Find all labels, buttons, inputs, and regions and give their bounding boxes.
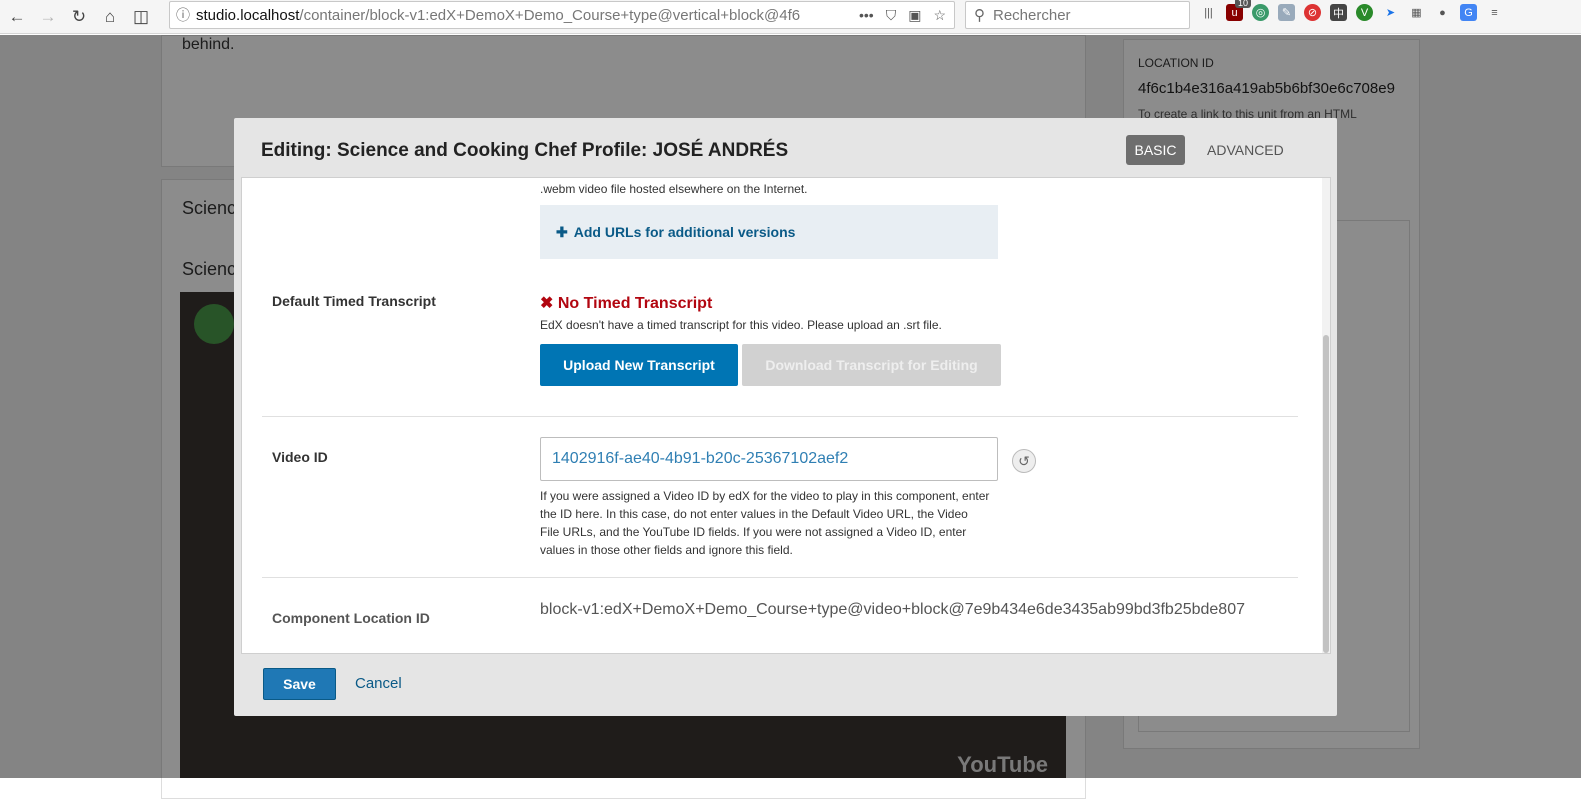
- video-id-input[interactable]: 1402916f-ae40-4b91-b20c-25367102aef2: [540, 437, 998, 481]
- video-id-help: If you were assigned a Video ID by edX f…: [540, 489, 990, 557]
- modal-body: .webm video file hosted elsewhere on the…: [241, 177, 1331, 654]
- forward-icon[interactable]: →: [34, 3, 62, 31]
- video-id-label: Video ID: [272, 449, 328, 465]
- screenshot-icon[interactable]: ▣: [908, 7, 921, 24]
- edit-modal: Editing: Science and Cooking Chef Profil…: [234, 118, 1337, 716]
- no-transcript-text: No Timed Transcript: [557, 295, 713, 312]
- browser-toolbar: ← → ↻ ⌂ ◫ ⓘ studio.localhost /container/…: [0, 0, 1581, 34]
- ublock-icon[interactable]: u 10: [1226, 0, 1251, 21]
- add-urls-button[interactable]: ✚ Add URLs for additional versions: [540, 205, 998, 259]
- grid-extension-icon[interactable]: ▦: [1408, 4, 1425, 21]
- divider: [262, 577, 1298, 578]
- url-bar[interactable]: ⓘ studio.localhost /container/block-v1:e…: [169, 1, 955, 29]
- add-urls-label: Add URLs for additional versions: [573, 224, 796, 240]
- extension-badge: 10: [1234, 0, 1251, 8]
- block-extension-icon[interactable]: ⊘: [1304, 4, 1321, 21]
- tab-basic[interactable]: BASIC: [1126, 135, 1185, 165]
- close-icon: ✖: [540, 295, 554, 312]
- extensions-toolbar: ||| u 10 ◎ ✎ ⊘ 中 V ➤ ▦ ● G ≡: [1200, 0, 1503, 21]
- transcript-label: Default Timed Transcript: [272, 293, 436, 309]
- google-translate-icon[interactable]: G: [1460, 4, 1477, 21]
- scrollbar-thumb[interactable]: [1323, 335, 1329, 653]
- menu-icon[interactable]: ≡: [1486, 4, 1503, 21]
- page-info-icon[interactable]: ⓘ: [170, 5, 196, 25]
- sidebar-toggle-icon[interactable]: ◫: [127, 3, 155, 31]
- page-actions-icon[interactable]: •••: [859, 7, 874, 24]
- location-id-label: Component Location ID: [272, 610, 430, 626]
- reload-icon[interactable]: ↻: [65, 3, 93, 31]
- transcript-description: EdX doesn't have a timed transcript for …: [540, 318, 942, 332]
- upload-transcript-button[interactable]: Upload New Transcript: [540, 344, 738, 386]
- bookmark-star-icon[interactable]: ☆: [933, 7, 946, 24]
- cursor-extension-icon[interactable]: ➤: [1382, 4, 1399, 21]
- tab-advanced[interactable]: ADVANCED: [1207, 142, 1284, 158]
- cancel-button[interactable]: Cancel: [355, 675, 402, 692]
- modal-title: Editing: Science and Cooking Chef Profil…: [261, 140, 789, 161]
- url-path: /container/block-v1:edX+DemoX+Demo_Cours…: [299, 6, 801, 24]
- url-host: studio.localhost: [196, 6, 300, 24]
- search-input[interactable]: ⚲ Rechercher: [965, 1, 1190, 29]
- translate-extension-icon[interactable]: 中: [1330, 4, 1347, 21]
- reset-icon[interactable]: ↺: [1012, 449, 1036, 473]
- pocket-icon[interactable]: ⛉: [886, 7, 897, 24]
- location-id-value: block-v1:edX+DemoX+Demo_Course+type@vide…: [540, 601, 1245, 618]
- divider: [262, 416, 1298, 417]
- library-icon[interactable]: |||: [1200, 4, 1217, 21]
- shield-extension-icon[interactable]: V: [1356, 4, 1373, 21]
- save-button[interactable]: Save: [263, 668, 336, 700]
- edit-extension-icon[interactable]: ✎: [1278, 4, 1295, 21]
- scrollbar[interactable]: [1322, 178, 1330, 653]
- back-icon[interactable]: ←: [3, 3, 31, 31]
- webm-help-text: .webm video file hosted elsewhere on the…: [540, 182, 808, 196]
- no-transcript-status: ✖ No Timed Transcript: [540, 293, 712, 313]
- download-transcript-button[interactable]: Download Transcript for Editing: [742, 344, 1001, 386]
- plus-icon: ✚: [556, 223, 568, 240]
- sync-extension-icon[interactable]: ◎: [1252, 4, 1269, 21]
- home-icon[interactable]: ⌂: [96, 3, 124, 31]
- account-icon[interactable]: ●: [1434, 4, 1451, 21]
- search-icon: ⚲: [974, 7, 985, 24]
- search-placeholder: Rechercher: [993, 6, 1071, 24]
